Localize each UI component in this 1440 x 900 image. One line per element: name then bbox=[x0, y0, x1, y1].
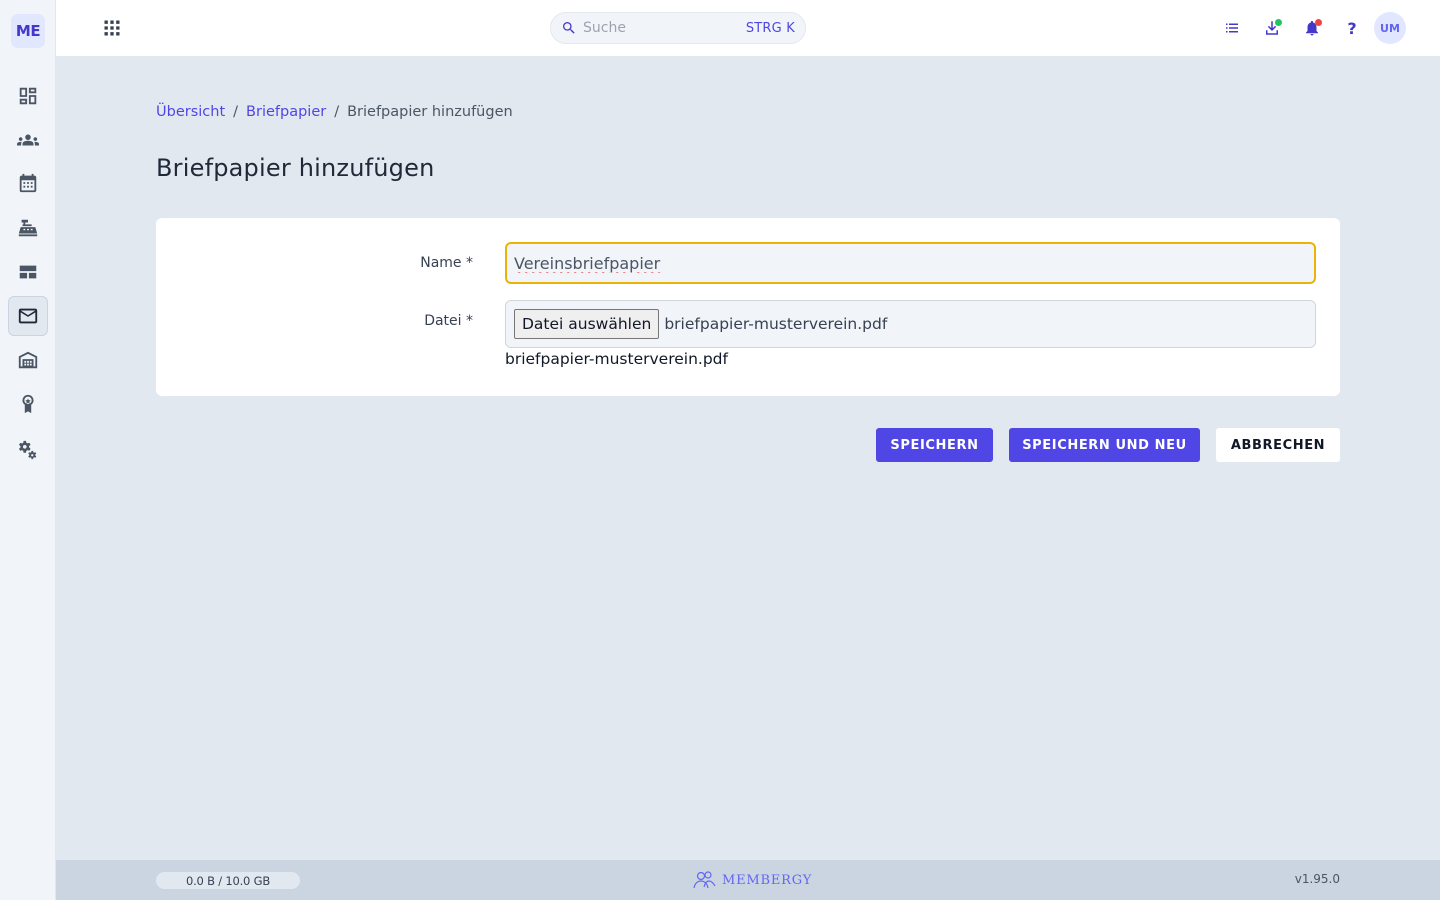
breadcrumb-separator: / bbox=[233, 104, 239, 120]
apps-grid-icon bbox=[104, 20, 120, 36]
footer: 0.0 B / 10.0 GB MEMBERGY v1.95.0 bbox=[56, 860, 1440, 900]
award-icon bbox=[22, 394, 34, 414]
topbar: Suche STRG K ? UM bbox=[56, 0, 1440, 56]
app-version: v1.95.0 bbox=[1294, 872, 1340, 886]
name-label: Name * bbox=[420, 255, 473, 271]
search-shortcut-hint: STRG K bbox=[745, 20, 795, 36]
sidebar-item-awards[interactable] bbox=[8, 384, 48, 424]
search-icon bbox=[563, 22, 575, 34]
sidebar-item-letterhead[interactable] bbox=[8, 296, 48, 336]
list-icon bbox=[1226, 23, 1238, 33]
warehouse-icon bbox=[18, 351, 38, 369]
brand-name: MEMBERGY bbox=[722, 872, 813, 888]
save-and-new-button[interactable]: SPEICHERN UND NEU bbox=[1009, 428, 1200, 462]
page-title: Briefpapier hinzufügen bbox=[156, 154, 435, 182]
sidebar: ME bbox=[0, 0, 56, 900]
breadcrumb-separator: / bbox=[334, 104, 340, 120]
search-placeholder: Suche bbox=[583, 20, 626, 36]
cancel-button[interactable]: ABBRECHEN bbox=[1216, 428, 1340, 462]
sidebar-item-warehouse[interactable] bbox=[8, 340, 48, 380]
tasks-button[interactable] bbox=[1220, 16, 1244, 40]
breadcrumb-letterhead[interactable]: Briefpapier bbox=[246, 104, 326, 120]
settings-icon bbox=[19, 440, 37, 460]
sidebar-item-layout[interactable] bbox=[8, 252, 48, 292]
sidebar-item-settings[interactable] bbox=[8, 430, 48, 470]
user-avatar[interactable]: UM bbox=[1374, 12, 1406, 44]
storage-usage: 0.0 B / 10.0 GB bbox=[156, 872, 300, 889]
form-card: Name * Datei * Datei auswählen briefpapi… bbox=[156, 218, 1340, 396]
help-icon: ? bbox=[1347, 18, 1357, 38]
selected-file-name: briefpapier-musterverein.pdf bbox=[664, 315, 888, 333]
app-logo[interactable]: ME bbox=[11, 14, 45, 48]
uploaded-file-name: briefpapier-musterverein.pdf bbox=[505, 350, 728, 368]
notifications-button[interactable] bbox=[1300, 16, 1324, 40]
sidebar-item-calendar[interactable] bbox=[8, 163, 48, 203]
apps-button[interactable] bbox=[100, 16, 124, 40]
sidebar-item-dashboard[interactable] bbox=[8, 76, 48, 116]
choose-file-button[interactable]: Datei auswählen bbox=[514, 309, 660, 339]
calendar-icon bbox=[19, 173, 37, 193]
brand-logo: MEMBERGY bbox=[692, 870, 812, 890]
downloads-button[interactable] bbox=[1260, 16, 1284, 40]
help-button[interactable]: ? bbox=[1340, 16, 1364, 40]
breadcrumb-current: Briefpapier hinzufügen bbox=[347, 104, 513, 120]
file-input[interactable]: Datei auswählen briefpapier-musterverein… bbox=[505, 300, 1316, 348]
layout-icon bbox=[19, 265, 37, 279]
download-status-dot bbox=[1275, 19, 1282, 26]
membergy-logo-icon bbox=[693, 871, 716, 889]
mail-icon bbox=[18, 308, 38, 324]
sidebar-item-members[interactable] bbox=[8, 120, 48, 160]
save-button[interactable]: SPEICHERN bbox=[876, 428, 993, 462]
breadcrumb-overview[interactable]: Übersicht bbox=[156, 104, 225, 120]
dashboard-icon bbox=[19, 87, 37, 105]
sidebar-item-cashier[interactable] bbox=[8, 208, 48, 248]
name-input[interactable] bbox=[505, 242, 1316, 284]
notification-dot bbox=[1315, 19, 1322, 26]
members-icon bbox=[17, 134, 39, 146]
file-label: Datei * bbox=[424, 313, 473, 329]
breadcrumb: Übersicht / Briefpapier / Briefpapier hi… bbox=[156, 104, 513, 120]
search-bar[interactable]: Suche STRG K bbox=[550, 12, 806, 44]
cash-register-icon bbox=[18, 219, 38, 237]
